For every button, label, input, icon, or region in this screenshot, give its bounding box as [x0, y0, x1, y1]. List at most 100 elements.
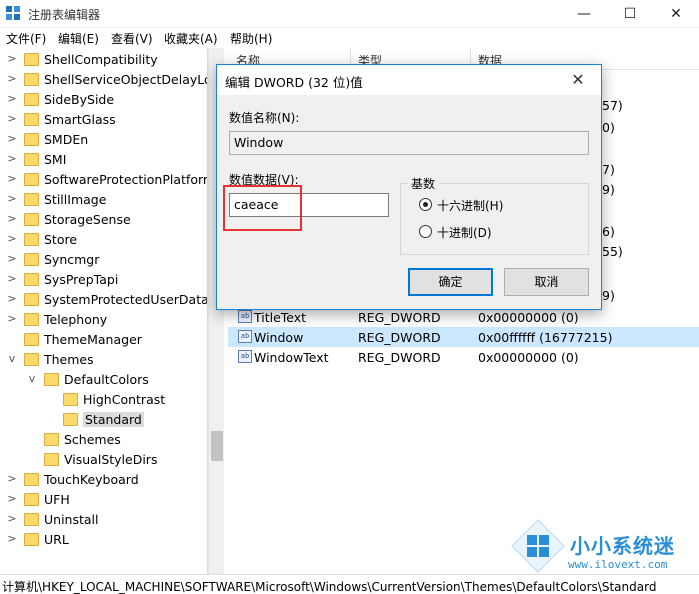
expand-chevron-icon[interactable]: > — [6, 252, 18, 266]
close-button[interactable]: ✕ — [653, 0, 699, 28]
tree-item[interactable]: > URL — [0, 530, 207, 550]
hex-radio[interactable] — [419, 198, 432, 211]
folder-icon — [24, 353, 39, 366]
folder-icon — [63, 413, 78, 426]
expand-chevron-icon[interactable]: > — [6, 212, 18, 226]
tree-item[interactable]: > SMI — [0, 150, 207, 170]
partial-data-value: 6) — [602, 224, 615, 239]
expand-chevron-icon[interactable]: > — [6, 532, 18, 546]
tree-item-label: Standard — [83, 412, 144, 427]
tree-item[interactable]: > Syncmgr — [0, 250, 207, 270]
expand-chevron-icon[interactable]: > — [6, 512, 18, 526]
tree-item-label: Telephony — [44, 312, 108, 327]
tree-item[interactable]: > Uninstall — [0, 510, 207, 530]
expand-chevron-icon[interactable]: > — [6, 172, 18, 186]
hex-radio-label[interactable]: 十六进制(H) — [437, 197, 503, 214]
menu-edit[interactable]: 编辑(E) — [58, 30, 99, 47]
tree-item-label: SMI — [44, 152, 67, 167]
partial-data-value: 9) — [602, 288, 615, 303]
tree-item[interactable]: > SysPrepTapi — [0, 270, 207, 290]
folder-icon — [44, 453, 59, 466]
collapse-chevron-icon[interactable]: v — [6, 352, 18, 366]
tree-item[interactable]: > Telephony — [0, 310, 207, 330]
folder-icon — [24, 193, 39, 206]
menu-help[interactable]: 帮助(H) — [230, 30, 272, 47]
tree-item[interactable]: > StorageSense — [0, 210, 207, 230]
tree-item[interactable]: > SmartGlass — [0, 110, 207, 130]
tree-scrollbar-thumb[interactable] — [211, 431, 223, 461]
expand-chevron-icon[interactable]: > — [6, 112, 18, 126]
tree-item[interactable]: > ShellCompatibility — [0, 50, 207, 70]
tree-item-label: ThemeManager — [44, 332, 142, 347]
tree-item-label: StillImage — [44, 192, 107, 207]
tree-item[interactable]: > TouchKeyboard — [0, 470, 207, 490]
folder-icon — [24, 113, 39, 126]
folder-icon — [24, 493, 39, 506]
tree-item-label: StorageSense — [44, 212, 131, 227]
folder-icon — [24, 233, 39, 246]
expand-chevron-icon[interactable]: > — [6, 192, 18, 206]
expand-chevron-icon[interactable]: > — [6, 92, 18, 106]
expand-chevron-icon[interactable]: > — [6, 472, 18, 486]
tree-item[interactable]: > SideBySide — [0, 90, 207, 110]
dec-radio-label[interactable]: 十进制(D) — [437, 224, 492, 241]
expand-chevron-icon — [46, 392, 58, 406]
value-name: Window — [254, 330, 304, 345]
tree-item[interactable]: > Store — [0, 230, 207, 250]
tree-item[interactable]: > ShellServiceObjectDelayLoad — [0, 70, 207, 90]
tree-item[interactable]: Standard — [0, 410, 207, 430]
folder-icon — [24, 533, 39, 546]
tree-item[interactable]: > SMDEn — [0, 130, 207, 150]
tree-item[interactable]: VisualStyleDirs — [0, 450, 207, 470]
expand-chevron-icon[interactable]: > — [6, 272, 18, 286]
expand-chevron-icon[interactable]: > — [6, 72, 18, 86]
tree-item[interactable]: > SystemProtectedUserData — [0, 290, 207, 310]
tree-item[interactable]: > SoftwareProtectionPlatform — [0, 170, 207, 190]
folder-icon — [24, 93, 39, 106]
minimize-button[interactable]: — — [561, 0, 607, 28]
tree-item[interactable]: v Themes — [0, 350, 207, 370]
expand-chevron-icon[interactable]: > — [6, 232, 18, 246]
folder-icon — [24, 313, 39, 326]
windows-logo-icon — [511, 519, 565, 573]
expand-chevron-icon[interactable]: > — [6, 152, 18, 166]
tree-item-label: SysPrepTapi — [44, 272, 119, 287]
maximize-button[interactable]: ☐ — [607, 0, 653, 28]
expand-chevron-icon[interactable]: > — [6, 132, 18, 146]
menu-file[interactable]: 文件(F) — [6, 30, 46, 47]
dialog-title-bar: 编辑 DWORD (32 位)值 ✕ — [217, 65, 601, 95]
tree-item-label: Uninstall — [44, 512, 99, 527]
tree-item[interactable]: > UFH — [0, 490, 207, 510]
dialog-close-button[interactable]: ✕ — [563, 68, 593, 92]
registry-tree[interactable]: > ShellCompatibility > ShellServiceObjectDe… — [0, 48, 208, 574]
tree-item[interactable]: ThemeManager — [0, 330, 207, 350]
value-data: 0x00000000 (0) — [478, 310, 579, 325]
tree-item[interactable]: v DefaultColors — [0, 370, 207, 390]
value-name-field[interactable]: Window — [229, 131, 589, 155]
window-title: 注册表编辑器 — [28, 8, 101, 22]
folder-icon — [24, 213, 39, 226]
tree-item-label: HighContrast — [83, 392, 166, 407]
tree-item-label: TouchKeyboard — [44, 472, 139, 487]
reg-value-icon: ab — [238, 330, 252, 343]
tree-item[interactable]: > StillImage — [0, 190, 207, 210]
edit-dword-dialog: 编辑 DWORD (32 位)值 ✕ 数值名称(N): Window 数值数据(… — [216, 64, 602, 310]
expand-chevron-icon[interactable]: > — [6, 312, 18, 326]
list-row-titletext[interactable]: ab TitleText REG_DWORD 0x00000000 (0) — [228, 307, 699, 327]
partial-data-value: 57) — [602, 98, 623, 113]
collapse-chevron-icon[interactable]: v — [26, 372, 38, 386]
cancel-button[interactable]: 取消 — [504, 268, 589, 296]
list-row-window[interactable]: ab Window REG_DWORD 0x00ffffff (16777215… — [228, 327, 699, 347]
menu-view[interactable]: 查看(V) — [111, 30, 153, 47]
dec-radio[interactable] — [419, 225, 432, 238]
ok-button[interactable]: 确定 — [408, 268, 493, 296]
expand-chevron-icon[interactable]: > — [6, 292, 18, 306]
expand-chevron-icon[interactable]: > — [6, 52, 18, 66]
expand-chevron-icon[interactable]: > — [6, 492, 18, 506]
menu-favorites[interactable]: 收藏夹(A) — [164, 30, 218, 47]
list-row-windowtext[interactable]: ab WindowText REG_DWORD 0x00000000 (0) — [228, 347, 699, 367]
tree-item-label: Schemes — [64, 432, 121, 447]
watermark-url: www.ilovext.com — [568, 558, 668, 571]
tree-item[interactable]: HighContrast — [0, 390, 207, 410]
tree-item[interactable]: Schemes — [0, 430, 207, 450]
